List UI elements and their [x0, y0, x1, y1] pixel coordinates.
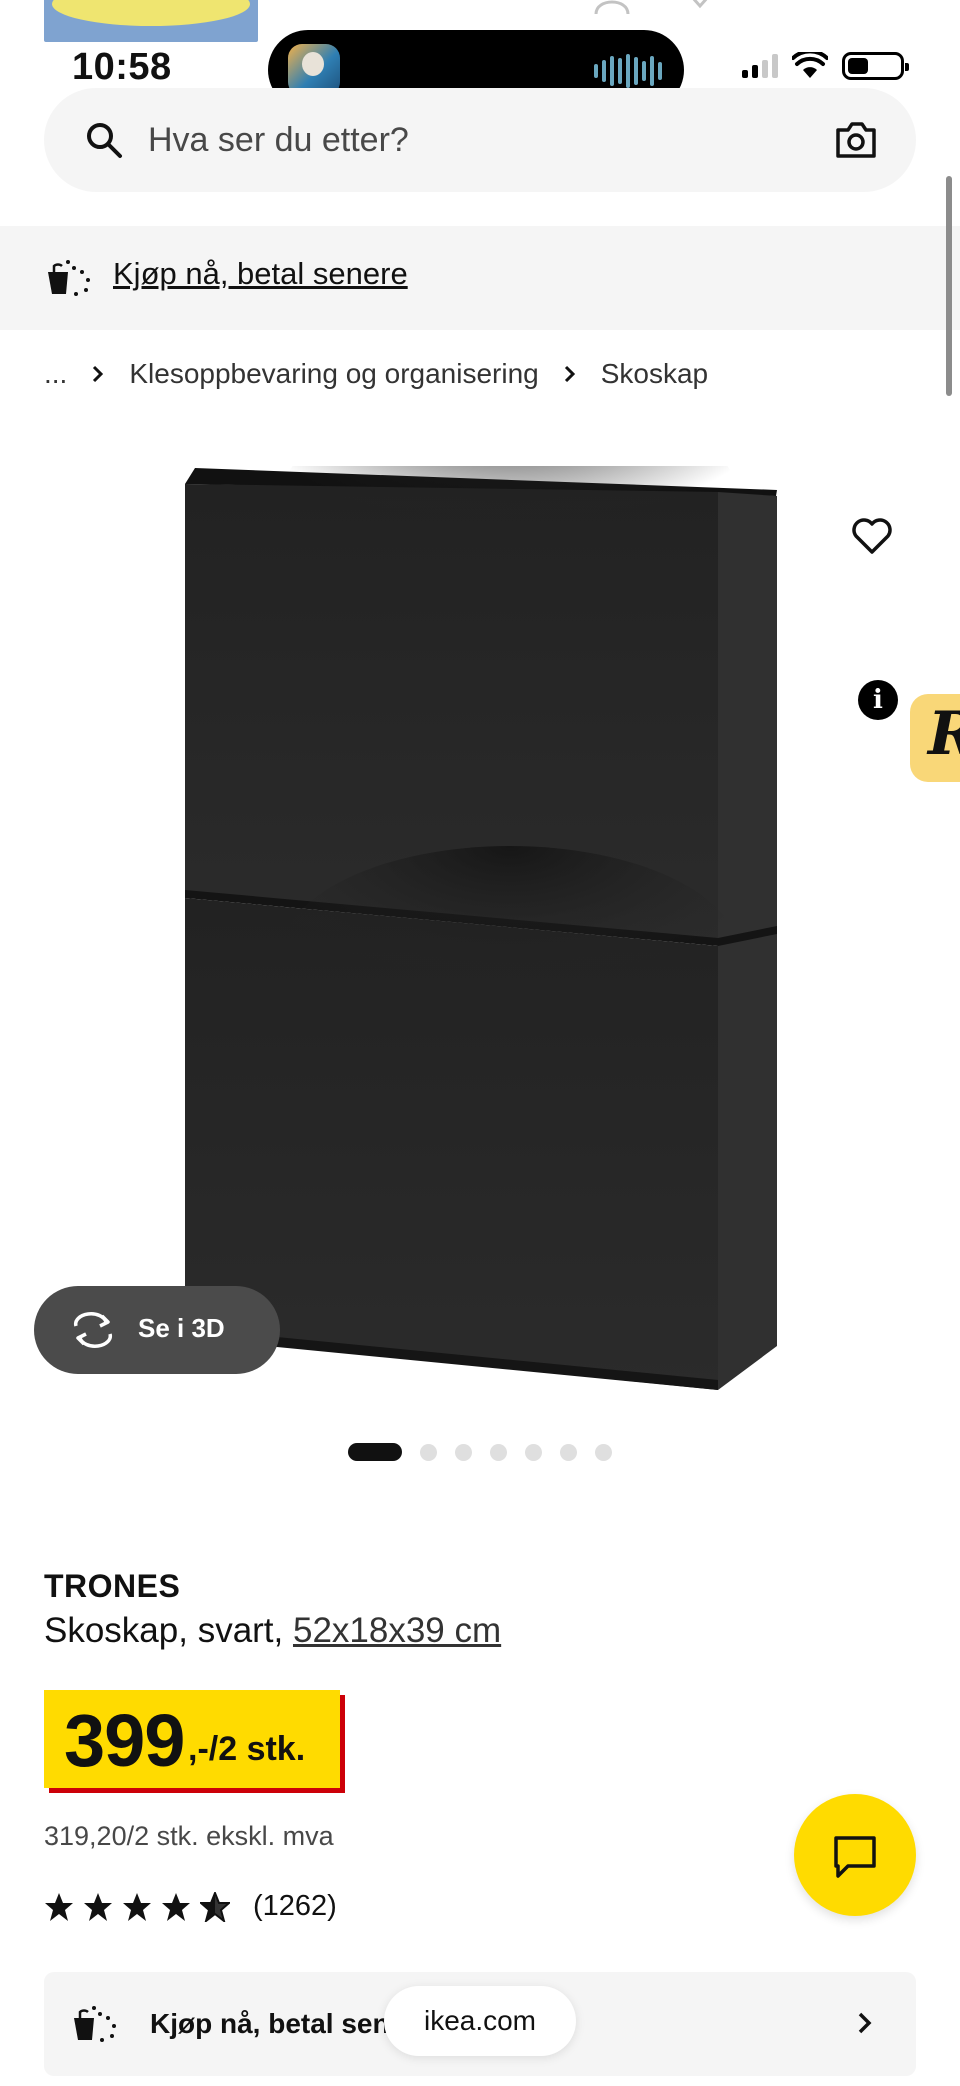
gallery-pagination	[348, 1443, 630, 1461]
search-input[interactable]	[148, 108, 748, 172]
view-3d-button[interactable]: Se i 3D	[34, 1286, 280, 1374]
menu-icon[interactable]	[854, 0, 894, 16]
chat-button[interactable]	[794, 1794, 916, 1916]
gallery-dot[interactable]	[490, 1443, 507, 1461]
ikea-logo[interactable]	[44, 0, 258, 42]
breadcrumb-item-current[interactable]: Skoskap	[601, 358, 708, 390]
chevron-right-icon	[564, 365, 575, 383]
price-suffix: ,-/2 stk.	[188, 1730, 306, 1768]
search-bar[interactable]	[44, 88, 916, 192]
product-name: TRONES	[44, 1568, 181, 1604]
gallery-dot[interactable]	[420, 1443, 437, 1461]
breadcrumb: ... Klesoppbevaring og organisering Skos…	[44, 358, 708, 390]
audio-waveform-icon	[594, 54, 662, 88]
profile-icon[interactable]	[592, 0, 632, 16]
browser-url-pill[interactable]: ikea.com	[384, 1986, 576, 2056]
extension-logo: R	[928, 704, 960, 764]
gallery-dot[interactable]	[525, 1443, 542, 1461]
status-time: 10:58	[72, 46, 172, 88]
gallery-dot[interactable]	[560, 1443, 577, 1461]
product-dimensions-link[interactable]: 52x18x39 cm	[293, 1611, 501, 1650]
search-icon	[87, 123, 122, 158]
shopping-bag-icon	[48, 260, 90, 296]
battery-icon	[842, 52, 909, 80]
camera-icon[interactable]	[834, 118, 878, 162]
star-icon	[123, 1892, 151, 1921]
chevron-right-icon	[858, 2012, 872, 2034]
shopping-bag-icon	[74, 2006, 116, 2042]
cellular-signal-icon	[742, 54, 778, 78]
chat-bubble-icon	[834, 1836, 876, 1878]
price-integer: 399	[64, 1699, 185, 1782]
star-icon	[45, 1892, 73, 1921]
breadcrumb-item[interactable]: Klesoppbevaring og organisering	[129, 358, 538, 390]
extension-badge[interactable]: R	[910, 694, 960, 782]
star-icon	[84, 1892, 112, 1921]
wifi-icon	[792, 52, 828, 78]
scrollbar[interactable]	[946, 176, 952, 396]
price-excl-vat: 319,20/2 stk. ekskl. mva	[44, 1821, 334, 1851]
gallery-dot-active[interactable]	[348, 1443, 402, 1461]
gallery-dot[interactable]	[595, 1443, 612, 1461]
product-type: Skoskap, svart,	[44, 1611, 293, 1650]
heart-icon[interactable]	[680, 0, 720, 16]
status-icons	[742, 52, 909, 80]
product-description: Skoskap, svart, 52x18x39 cm	[44, 1611, 501, 1651]
product-rating[interactable]: (1262)	[44, 1890, 337, 1923]
star-half-icon	[200, 1891, 230, 1922]
bnpl-link[interactable]: Kjøp nå, betal senere	[113, 256, 408, 292]
cart-icon[interactable]	[764, 0, 804, 16]
rating-count: (1262)	[253, 1890, 337, 1922]
star-icon	[162, 1892, 190, 1921]
bnpl-banner: Kjøp nå, betal senere	[0, 226, 960, 330]
product-image[interactable]	[180, 466, 780, 1390]
breadcrumb-ellipsis[interactable]: ...	[44, 358, 67, 390]
price-tag: 399 ,-/2 stk.	[44, 1690, 340, 1788]
rotate-3d-icon	[73, 1312, 113, 1348]
gallery-dot[interactable]	[455, 1443, 472, 1461]
favorite-heart-icon[interactable]	[848, 512, 896, 560]
chevron-right-icon	[93, 365, 104, 383]
view-3d-label: Se i 3D	[138, 1313, 225, 1343]
info-icon[interactable]: i	[858, 680, 898, 720]
